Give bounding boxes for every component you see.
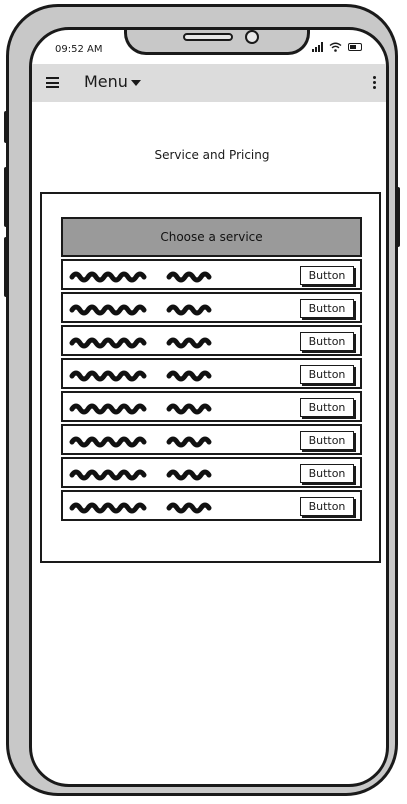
status-icons bbox=[312, 42, 362, 52]
list-item: Button bbox=[61, 490, 362, 521]
phone-side-button bbox=[4, 111, 9, 143]
wifi-icon bbox=[329, 42, 342, 52]
battery-icon bbox=[348, 43, 362, 51]
more-options-icon[interactable] bbox=[373, 76, 376, 89]
service-select-button[interactable]: Button bbox=[300, 464, 354, 483]
status-time: 09:52 AM bbox=[55, 44, 103, 55]
services-card: Choose a service Button Button Button Butto… bbox=[40, 192, 381, 563]
list-header: Choose a service bbox=[61, 217, 362, 257]
phone-frame: 09:52 AM Menu Service and Pricing Choose… bbox=[4, 4, 400, 796]
phone-power-button bbox=[395, 187, 400, 247]
placeholder-text-scribble bbox=[69, 268, 219, 284]
list-item: Button bbox=[61, 325, 362, 356]
list-item: Button bbox=[61, 424, 362, 455]
service-select-button[interactable]: Button bbox=[300, 332, 354, 351]
list-item: Button bbox=[61, 391, 362, 422]
service-select-button[interactable]: Button bbox=[300, 398, 354, 417]
placeholder-text-scribble bbox=[69, 334, 219, 350]
phone-screen: 09:52 AM Menu Service and Pricing Choose… bbox=[29, 27, 389, 787]
phone-side-button bbox=[4, 167, 9, 227]
list-item: Button bbox=[61, 292, 362, 323]
placeholder-text-scribble bbox=[69, 400, 219, 416]
speaker-icon bbox=[183, 33, 233, 41]
service-select-button[interactable]: Button bbox=[300, 299, 354, 318]
placeholder-text-scribble bbox=[69, 301, 219, 317]
service-list: Choose a service Button Button Button Butto… bbox=[61, 217, 362, 521]
placeholder-text-scribble bbox=[69, 367, 219, 383]
hamburger-menu-icon[interactable] bbox=[46, 77, 59, 88]
signal-icon bbox=[312, 42, 323, 52]
list-item: Button bbox=[61, 259, 362, 290]
placeholder-text-scribble bbox=[69, 466, 219, 482]
service-select-button[interactable]: Button bbox=[300, 497, 354, 516]
list-item: Button bbox=[61, 457, 362, 488]
list-item: Button bbox=[61, 358, 362, 389]
service-select-button[interactable]: Button bbox=[300, 431, 354, 450]
notch bbox=[124, 30, 310, 55]
placeholder-text-scribble bbox=[69, 499, 219, 515]
service-select-button[interactable]: Button bbox=[300, 365, 354, 384]
phone-side-button bbox=[4, 237, 9, 297]
top-app-bar: Menu bbox=[32, 64, 386, 102]
chevron-down-icon[interactable] bbox=[131, 80, 141, 86]
service-select-button[interactable]: Button bbox=[300, 266, 354, 285]
menu-dropdown-label[interactable]: Menu bbox=[84, 72, 128, 91]
camera-icon bbox=[245, 30, 259, 44]
page-title: Service and Pricing bbox=[154, 148, 270, 162]
placeholder-text-scribble bbox=[69, 433, 219, 449]
